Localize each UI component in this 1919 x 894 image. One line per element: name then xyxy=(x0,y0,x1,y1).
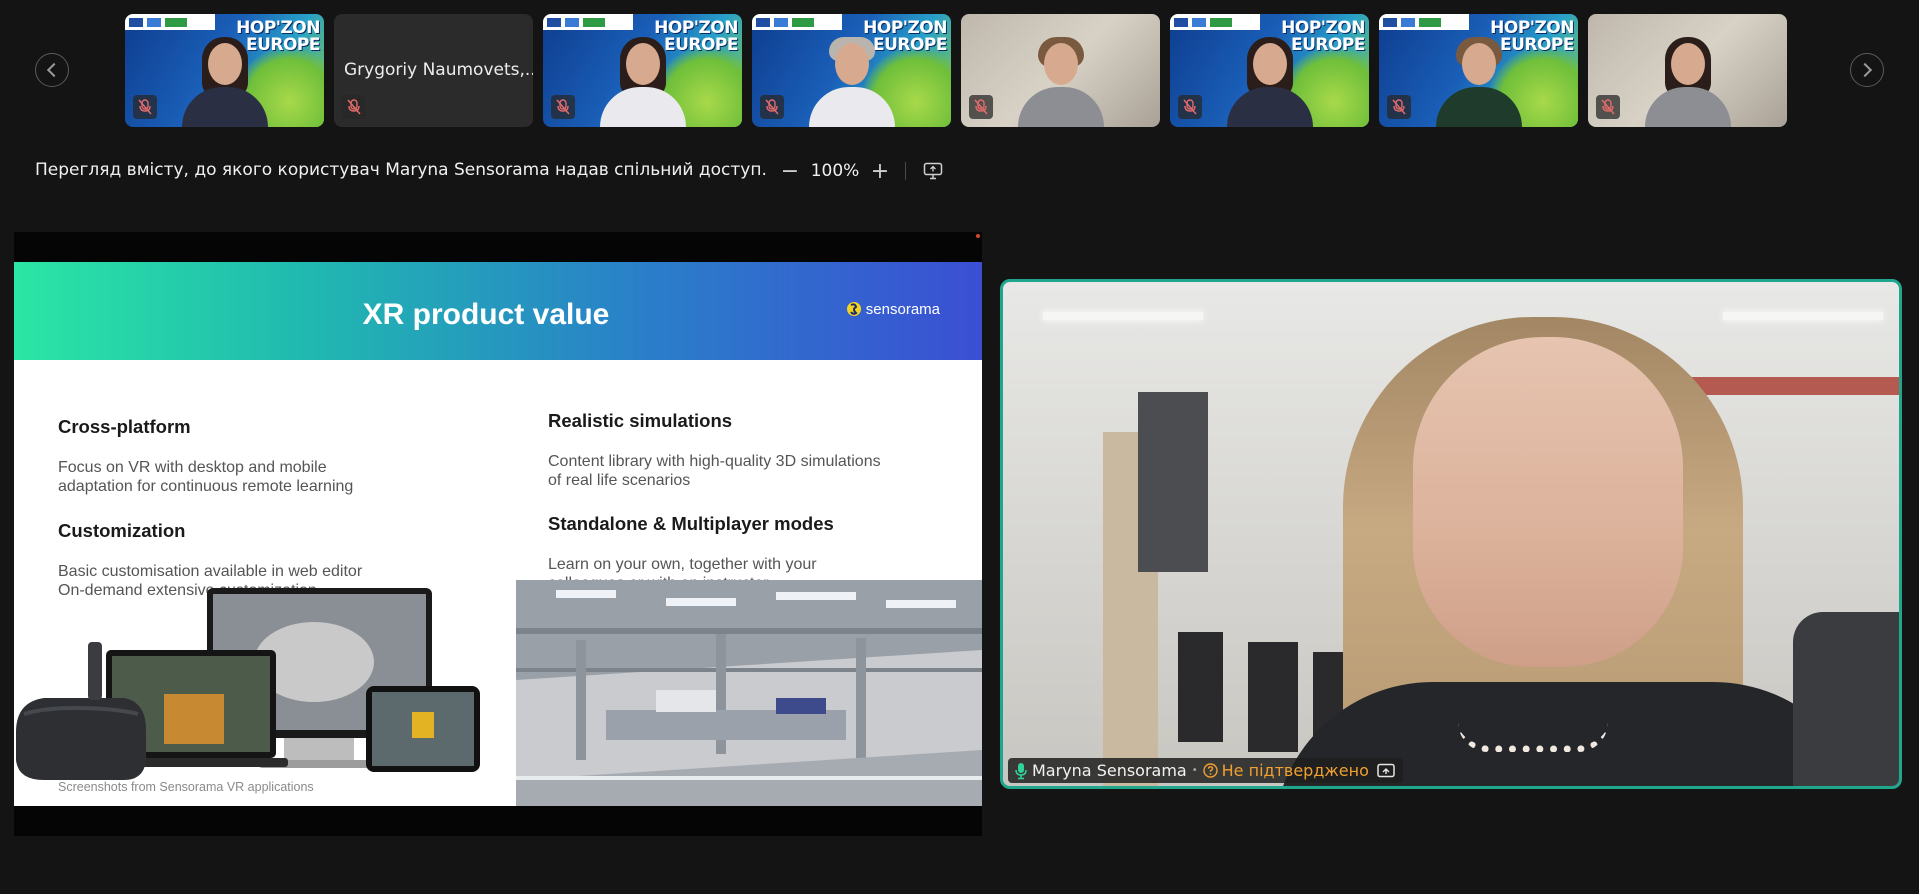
sponsor-logos xyxy=(1170,14,1260,30)
screen-share-icon xyxy=(1377,763,1395,777)
participant-tile[interactable] xyxy=(1588,14,1787,127)
feature-title-standalone-multiplayer: Standalone & Multiplayer modes xyxy=(548,513,834,534)
slide-caption: Screenshots from Sensorama VR applicatio… xyxy=(58,780,314,794)
participant-tile[interactable]: HOP'ZON EUROPE xyxy=(125,14,324,127)
participant-tile[interactable]: HOP'ZON EUROPE xyxy=(543,14,742,127)
zoom-controls: − 100% + xyxy=(775,158,948,184)
feature-title-customization: Customization xyxy=(58,520,186,541)
feature-desc-line: Focus on VR with desktop and mobile xyxy=(58,459,327,476)
microphone-muted-icon xyxy=(342,95,366,119)
feature-title-realistic-simulations: Realistic simulations xyxy=(548,410,733,431)
participant-video xyxy=(808,35,895,127)
brand-name: sensorama xyxy=(865,300,940,318)
feature-desc-line: Content library with high-quality 3D sim… xyxy=(548,453,881,470)
participant-video xyxy=(1435,35,1522,127)
warning-question-icon xyxy=(1202,763,1218,778)
sponsor-logos xyxy=(543,14,633,30)
shared-content-area[interactable]: XR product value sensorama Cross-platfor… xyxy=(14,232,982,836)
recording-indicator xyxy=(976,234,980,238)
separator-dot: • xyxy=(1191,765,1198,776)
sponsor-logos xyxy=(752,14,842,30)
previous-participants-button[interactable] xyxy=(35,53,69,87)
sharing-status-text: Перегляд вмісту, до якого користувач Mar… xyxy=(35,160,767,180)
participant-tile[interactable]: HOP'ZON EUROPE xyxy=(1379,14,1578,127)
verification-status: Не підтверджено xyxy=(1221,761,1369,780)
participant-name: Grygoriy Naumovets,... xyxy=(344,60,533,80)
factory-simulation-image xyxy=(516,580,982,806)
active-speaker-video[interactable] xyxy=(1000,279,1902,789)
participant-tile[interactable]: Grygoriy Naumovets,... xyxy=(334,14,533,127)
divider xyxy=(905,162,906,180)
feature-desc-line: of real life scenarios xyxy=(548,472,691,489)
microphone-muted-icon xyxy=(760,95,784,119)
speaker-necklace xyxy=(1458,722,1608,752)
sensorama-brand: sensorama xyxy=(846,299,940,319)
computer-case xyxy=(1178,632,1223,742)
slide-title: XR product value xyxy=(362,298,610,331)
participant-strip: HOP'ZON EUROPE Grygoriy Naumovets,... HOP'Z… xyxy=(125,14,1787,127)
feature-desc-line: Basic customisation available in web edi… xyxy=(58,563,363,580)
participant-tile[interactable]: HOP'ZON EUROPE xyxy=(752,14,951,127)
microphone-muted-icon xyxy=(1596,95,1620,119)
speaker-name: Maryna Sensorama xyxy=(1032,761,1187,780)
computer-case xyxy=(1248,642,1298,752)
pop-out-screen-icon[interactable] xyxy=(918,158,948,184)
participant-video xyxy=(1017,35,1104,127)
participant-video xyxy=(1226,35,1313,127)
participant-video xyxy=(181,35,268,127)
participant-tile[interactable] xyxy=(961,14,1160,127)
devices-illustration xyxy=(16,588,480,780)
feature-desc-line: adaptation for continuous remote learnin… xyxy=(58,478,354,495)
next-participants-button[interactable] xyxy=(1850,53,1884,87)
sensorama-logo-icon xyxy=(846,302,861,316)
presentation-slide: XR product value sensorama Cross-platfor… xyxy=(14,262,982,806)
microphone-muted-icon xyxy=(969,95,993,119)
zoom-in-button[interactable]: + xyxy=(865,158,895,184)
microphone-muted-icon xyxy=(1178,95,1202,119)
participant-video xyxy=(599,35,686,127)
speaker-name-tag: Maryna Sensorama • Не підтверджено xyxy=(1008,758,1403,783)
participant-tile[interactable]: HOP'ZON EUROPE xyxy=(1170,14,1369,127)
feature-title-cross-platform: Cross-platform xyxy=(58,416,191,437)
sponsor-logos xyxy=(1379,14,1469,30)
microphone-muted-icon xyxy=(551,95,575,119)
sponsor-logos xyxy=(125,14,215,30)
microphone-muted-icon xyxy=(1387,95,1411,119)
wall-poster xyxy=(1138,392,1208,572)
feature-desc-line: Learn on your own, together with your xyxy=(548,556,817,573)
participant-video xyxy=(1644,35,1731,127)
ceiling-light xyxy=(1043,312,1203,320)
ceiling-light xyxy=(1723,312,1883,320)
zoom-level: 100% xyxy=(810,161,860,181)
chair xyxy=(1793,612,1899,786)
microphone-active-icon xyxy=(1015,762,1027,779)
speaker-face xyxy=(1413,337,1683,667)
microphone-muted-icon xyxy=(133,95,157,119)
zoom-out-button[interactable]: − xyxy=(775,158,805,184)
